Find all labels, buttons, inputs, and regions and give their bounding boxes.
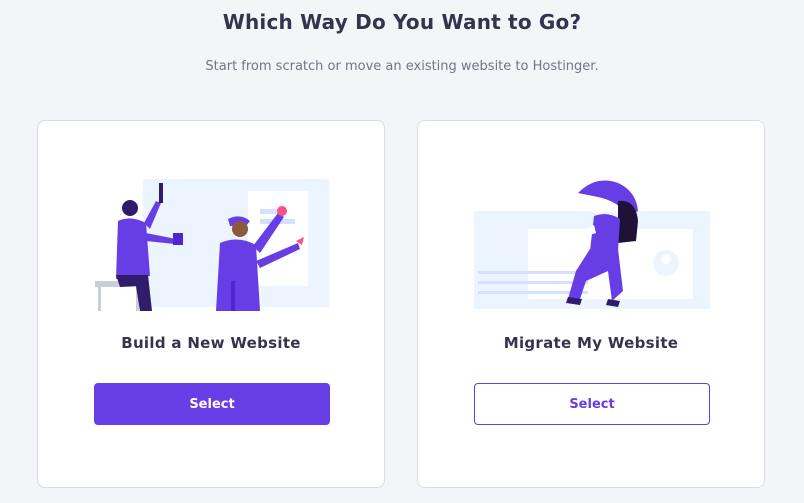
option-card-build[interactable]: Build a New Website Select: [37, 120, 385, 488]
option-card-migrate[interactable]: Migrate My Website Select: [417, 120, 765, 488]
migration-illustration: [474, 180, 710, 309]
builders-illustration: [95, 179, 329, 311]
page-title: Which Way Do You Want to Go?: [222, 10, 582, 34]
page-subtitle: Start from scratch or move an existing w…: [205, 59, 599, 74]
select-migrate-button[interactable]: Select: [474, 383, 710, 425]
option-title: Migrate My Website: [503, 334, 679, 352]
select-build-button[interactable]: Select: [94, 383, 330, 425]
option-title: Build a New Website: [121, 334, 301, 352]
